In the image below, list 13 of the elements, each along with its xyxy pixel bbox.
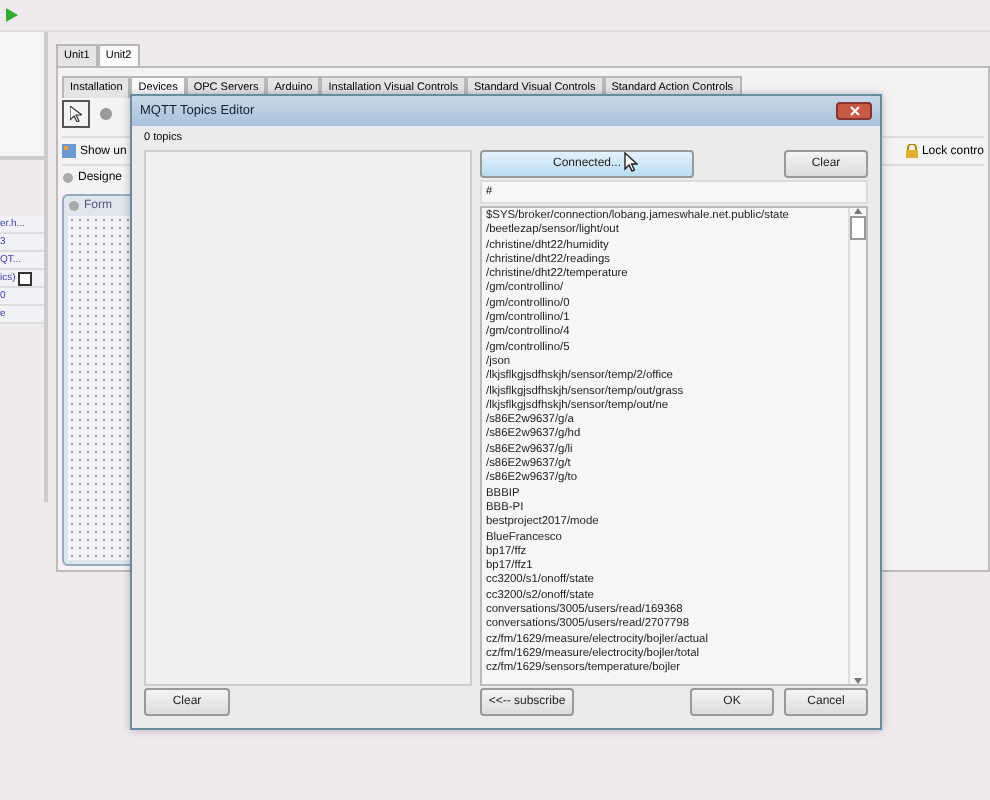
close-icon (849, 106, 859, 116)
scroll-down-arrow-icon[interactable] (854, 678, 862, 684)
scroll-thumb[interactable] (850, 216, 866, 240)
mouse-cursor-icon (624, 152, 638, 172)
play-icon[interactable] (6, 8, 18, 22)
lock-icon (905, 144, 918, 158)
topics-list[interactable] (480, 206, 868, 686)
grid-icon (62, 144, 76, 158)
scroll-bar[interactable] (848, 208, 866, 684)
close-button[interactable] (836, 102, 872, 120)
scroll-up-arrow-icon[interactable] (854, 208, 862, 214)
pointer-tool[interactable] (62, 100, 90, 128)
cursor-icon (70, 106, 82, 122)
